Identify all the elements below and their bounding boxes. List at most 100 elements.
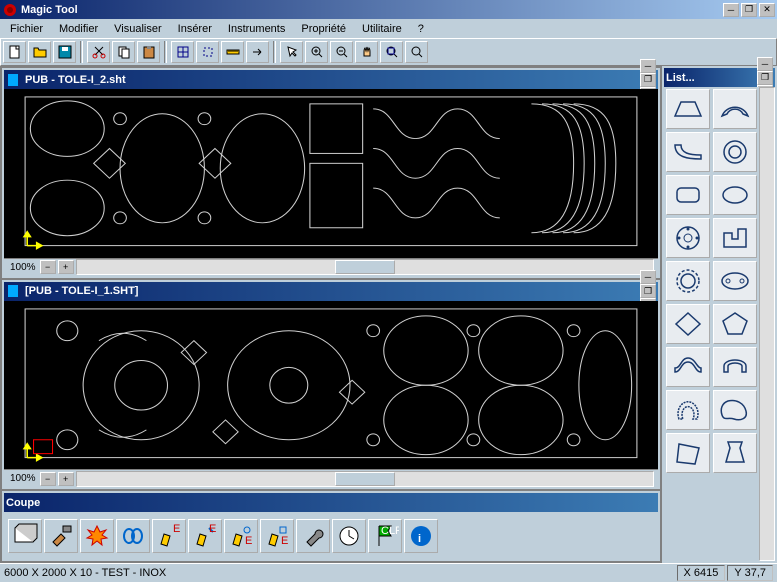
- svg-text:i: i: [418, 533, 421, 545]
- copy-button[interactable]: [112, 41, 135, 63]
- doc2-zoom: 100%: [8, 473, 38, 484]
- tool-info-button[interactable]: i: [404, 519, 438, 553]
- svg-text:E: E: [281, 535, 288, 547]
- shape-vest[interactable]: [713, 433, 757, 473]
- panel-vscroll[interactable]: [759, 87, 775, 561]
- select-button[interactable]: [280, 41, 303, 63]
- arrow-button[interactable]: [246, 41, 269, 63]
- zoom-fit-button[interactable]: [380, 41, 403, 63]
- shape-trapezoid[interactable]: [666, 89, 710, 129]
- doc2-canvas[interactable]: [4, 301, 658, 470]
- tool-pencil3-button[interactable]: E: [224, 519, 258, 553]
- save-button[interactable]: [53, 41, 76, 63]
- doc1-hscroll[interactable]: [76, 259, 654, 275]
- shape-ring[interactable]: [713, 132, 757, 172]
- doc1-zoom: 100%: [8, 262, 38, 273]
- menubar: Fichier Modifier Visualiser Insérer Inst…: [0, 19, 777, 38]
- doc1-zoom-minus[interactable]: −: [40, 260, 56, 274]
- doc1-min[interactable]: ─: [640, 59, 656, 73]
- status-x: X 6415: [677, 565, 726, 581]
- paste-button[interactable]: [137, 41, 160, 63]
- shape-gear-ring[interactable]: [666, 261, 710, 301]
- menu-visualiser[interactable]: Visualiser: [106, 21, 170, 37]
- doc1-zoom-plus[interactable]: +: [58, 260, 74, 274]
- doc2-hscroll[interactable]: [76, 471, 654, 487]
- doc-icon: [6, 283, 22, 299]
- minimize-button[interactable]: ─: [723, 3, 739, 17]
- zoom-in-button[interactable]: [305, 41, 328, 63]
- document-window-2: [PUB - TOLE-I_1.SHT] ─ ❐ ✕: [2, 280, 660, 490]
- coupe-title: Coupe: [6, 497, 656, 509]
- tool-wrench-button[interactable]: [296, 519, 330, 553]
- zoom-out-button[interactable]: [330, 41, 353, 63]
- menu-utilitaire[interactable]: Utilitaire: [354, 21, 410, 37]
- doc1-max[interactable]: ❐: [640, 73, 656, 87]
- shape-flange[interactable]: [666, 218, 710, 258]
- shape-list-panel: List... ─❐✕: [662, 66, 777, 563]
- shape-horseshoe[interactable]: [666, 390, 710, 430]
- coupe-window: Coupe E E E E CLF i: [2, 491, 660, 561]
- shape-pentagon[interactable]: [713, 304, 757, 344]
- svg-text:CLF: CLF: [381, 525, 399, 537]
- open-file-button[interactable]: [28, 41, 51, 63]
- tool-clock-button[interactable]: [332, 519, 366, 553]
- pan-button[interactable]: [355, 41, 378, 63]
- shape-rounded-rect[interactable]: [666, 175, 710, 215]
- app-icon: [2, 2, 18, 18]
- doc-icon: [6, 72, 22, 88]
- mdi-area: PUB - TOLE-I_2.sht ─ ❐ ✕: [0, 66, 777, 563]
- menu-modifier[interactable]: Modifier: [51, 21, 106, 37]
- menu-instruments[interactable]: Instruments: [220, 21, 293, 37]
- tool-link-button[interactable]: [116, 519, 150, 553]
- svg-text:E: E: [209, 523, 216, 535]
- svg-text:E: E: [173, 523, 180, 535]
- menu-help[interactable]: ?: [410, 21, 432, 37]
- shape-blob[interactable]: [713, 390, 757, 430]
- tool-pencil4-button[interactable]: E: [260, 519, 294, 553]
- maximize-button[interactable]: ❐: [741, 3, 757, 17]
- close-button[interactable]: ✕: [759, 3, 775, 17]
- statusbar: 6000 X 2000 X 10 - TEST - INOX X 6415 Y …: [0, 563, 777, 581]
- svg-text:E: E: [245, 535, 252, 547]
- doc2-max[interactable]: ❐: [640, 284, 656, 298]
- doc2-zoom-plus[interactable]: +: [58, 472, 74, 486]
- document-window-1: PUB - TOLE-I_2.sht ─ ❐ ✕: [2, 68, 660, 278]
- new-file-button[interactable]: [3, 41, 26, 63]
- tool-explode-button[interactable]: [80, 519, 114, 553]
- panel-title: List...: [666, 72, 757, 84]
- status-y: Y 37,7: [727, 565, 773, 581]
- app-titlebar: Magic Tool ─ ❐ ✕: [0, 0, 777, 19]
- cut-button[interactable]: [87, 41, 110, 63]
- doc2-title: [PUB - TOLE-I_1.SHT]: [25, 285, 640, 297]
- status-info: 6000 X 2000 X 10 - TEST - INOX: [4, 567, 675, 579]
- shape-bracket[interactable]: [713, 218, 757, 258]
- menu-fichier[interactable]: Fichier: [2, 21, 51, 37]
- doc1-title: PUB - TOLE-I_2.sht: [25, 74, 640, 86]
- shape-quad[interactable]: [666, 433, 710, 473]
- menu-propriete[interactable]: Propriété: [293, 21, 354, 37]
- grid-button[interactable]: [171, 41, 194, 63]
- app-title: Magic Tool: [21, 4, 723, 16]
- tool-flag-button[interactable]: CLF: [368, 519, 402, 553]
- doc2-min[interactable]: ─: [640, 270, 656, 284]
- shape-curve[interactable]: [666, 132, 710, 172]
- panel-min[interactable]: ─: [757, 57, 773, 71]
- doc2-zoom-minus[interactable]: −: [40, 472, 56, 486]
- panel-max[interactable]: ❐: [757, 71, 773, 85]
- shape-diamond[interactable]: [666, 304, 710, 344]
- tool-pencil1-button[interactable]: E: [152, 519, 186, 553]
- shape-s-curve[interactable]: [666, 347, 710, 387]
- tool-pencil2-button[interactable]: E: [188, 519, 222, 553]
- tool-hammer-button[interactable]: [44, 519, 78, 553]
- doc1-canvas[interactable]: [4, 89, 658, 258]
- shape-handle[interactable]: [713, 347, 757, 387]
- shape-ellipse[interactable]: [713, 175, 757, 215]
- snap-button[interactable]: [196, 41, 219, 63]
- tool-sheet-button[interactable]: [8, 519, 42, 553]
- menu-inserer[interactable]: Insérer: [170, 21, 220, 37]
- shape-arc[interactable]: [713, 89, 757, 129]
- zoom-window-button[interactable]: [405, 41, 428, 63]
- ruler-button[interactable]: [221, 41, 244, 63]
- shape-oval-holes[interactable]: [713, 261, 757, 301]
- main-toolbar: [0, 38, 777, 66]
